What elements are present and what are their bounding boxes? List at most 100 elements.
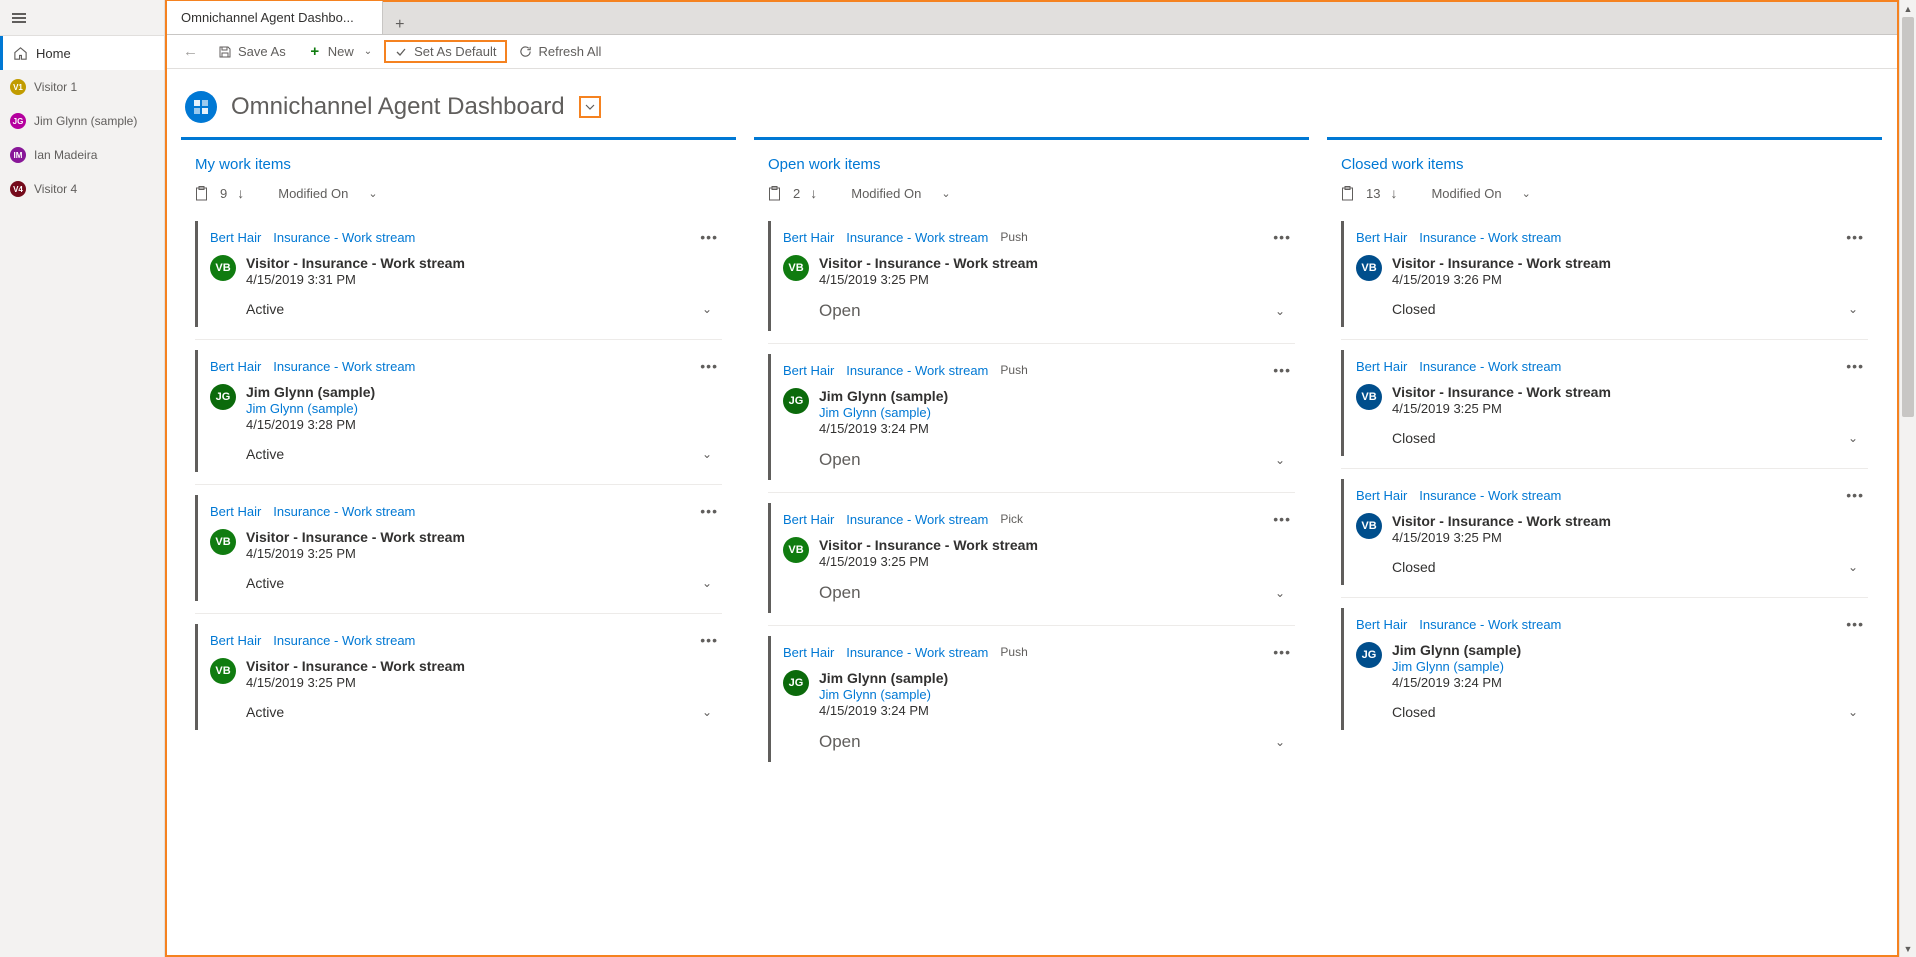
work-item-card[interactable]: Bert Hair Insurance - Work stream ••• VB… [1341,479,1868,585]
work-item-card[interactable]: Bert Hair Insurance - Work stream ••• VB… [195,624,722,730]
chevron-down-icon[interactable]: ⌄ [1848,705,1858,719]
sort-arrow-icon[interactable]: ↓ [237,185,244,201]
contact-link[interactable]: Jim Glynn (sample) [1392,659,1521,674]
contact-link[interactable]: Jim Glynn (sample) [819,687,948,702]
chevron-down-icon[interactable]: ⌄ [1275,453,1285,467]
assignee-link[interactable]: Bert Hair [783,230,834,245]
more-icon[interactable]: ••• [700,229,718,245]
work-item-card[interactable]: Bert Hair Insurance - Work stream ••• JG… [1341,608,1868,730]
hamburger-icon[interactable] [12,13,26,23]
refresh-button[interactable]: Refresh All [509,40,612,63]
chevron-down-icon[interactable]: ⌄ [1275,586,1285,600]
clipboard-icon[interactable] [195,186,208,201]
assignee-link[interactable]: Bert Hair [1356,617,1407,632]
workstream-link[interactable]: Insurance - Work stream [846,230,988,245]
more-icon[interactable]: ••• [1273,229,1291,245]
workstream-link[interactable]: Insurance - Work stream [1419,230,1561,245]
chevron-down-icon[interactable]: ⌄ [702,576,712,590]
chevron-down-icon[interactable]: ⌄ [702,302,712,316]
divider [195,339,722,340]
clipboard-icon[interactable] [1341,186,1354,201]
more-icon[interactable]: ••• [1846,358,1864,374]
contact-link[interactable]: Jim Glynn (sample) [819,405,948,420]
chevron-down-icon[interactable]: ⌄ [1848,560,1858,574]
chevron-down-icon[interactable]: ⌄ [941,187,950,200]
clipboard-icon[interactable] [768,186,781,201]
new-button[interactable]: + New ⌄ [298,40,382,63]
workstream-link[interactable]: Insurance - Work stream [846,645,988,660]
assignee-link[interactable]: Bert Hair [1356,230,1407,245]
workstream-link[interactable]: Insurance - Work stream [273,633,415,648]
workstream-link[interactable]: Insurance - Work stream [1419,617,1561,632]
card-title: Visitor - Insurance - Work stream [246,255,465,271]
sidebar-item-session[interactable]: JG Jim Glynn (sample) [0,104,164,138]
more-icon[interactable]: ••• [1846,229,1864,245]
sidebar-item-session[interactable]: V1 Visitor 1 [0,70,164,104]
back-icon[interactable]: ← [179,43,206,60]
chevron-down-icon[interactable]: ⌄ [1275,304,1285,318]
contact-link[interactable]: Jim Glynn (sample) [246,401,375,416]
more-icon[interactable]: ••• [700,358,718,374]
assignee-link[interactable]: Bert Hair [210,359,261,374]
tab-add-button[interactable]: + [383,16,417,34]
sidebar-item-home[interactable]: Home [0,36,164,70]
more-icon[interactable]: ••• [1273,362,1291,378]
work-item-card[interactable]: Bert Hair Insurance - Work stream Push •… [768,636,1295,762]
work-item-card[interactable]: Bert Hair Insurance - Work stream Push •… [768,354,1295,480]
more-icon[interactable]: ••• [1846,487,1864,503]
column-my-work-items: My work items 9 ↓ Modified On ⌄ Bert Hai… [181,137,736,941]
assignee-link[interactable]: Bert Hair [210,230,261,245]
workstream-link[interactable]: Insurance - Work stream [846,512,988,527]
assignee-link[interactable]: Bert Hair [1356,359,1407,374]
work-item-card[interactable]: Bert Hair Insurance - Work stream Push •… [768,221,1295,331]
card-title: Jim Glynn (sample) [1392,642,1521,658]
more-icon[interactable]: ••• [1846,616,1864,632]
chevron-down-icon[interactable]: ⌄ [1848,302,1858,316]
sidebar-item-label: Home [36,46,71,61]
scroll-down-icon[interactable]: ▼ [1900,940,1916,957]
sort-arrow-icon[interactable]: ↓ [1390,185,1397,201]
workstream-link[interactable]: Insurance - Work stream [1419,488,1561,503]
more-icon[interactable]: ••• [700,632,718,648]
work-item-card[interactable]: Bert Hair Insurance - Work stream ••• VB… [195,495,722,601]
chevron-down-icon[interactable]: ⌄ [702,447,712,461]
more-icon[interactable]: ••• [700,503,718,519]
sort-field[interactable]: Modified On [278,186,348,201]
sidebar-item-session[interactable]: IM Ian Madeira [0,138,164,172]
assignee-link[interactable]: Bert Hair [210,633,261,648]
chevron-down-icon[interactable]: ⌄ [1848,431,1858,445]
work-item-card[interactable]: Bert Hair Insurance - Work stream ••• VB… [1341,350,1868,456]
workstream-link[interactable]: Insurance - Work stream [273,359,415,374]
scroll-thumb[interactable] [1902,17,1914,417]
chevron-down-icon[interactable]: ⌄ [702,705,712,719]
vertical-scrollbar[interactable]: ▲ ▼ [1899,0,1916,957]
set-default-button[interactable]: Set As Default [384,40,506,63]
sort-field[interactable]: Modified On [851,186,921,201]
assignee-link[interactable]: Bert Hair [1356,488,1407,503]
scroll-up-icon[interactable]: ▲ [1900,0,1916,17]
work-item-card[interactable]: Bert Hair Insurance - Work stream ••• VB… [195,221,722,327]
workstream-link[interactable]: Insurance - Work stream [1419,359,1561,374]
assignee-link[interactable]: Bert Hair [783,645,834,660]
assignee-link[interactable]: Bert Hair [783,363,834,378]
sidebar-item-session[interactable]: V4 Visitor 4 [0,172,164,206]
dashboard-picker-button[interactable] [579,96,601,118]
chevron-down-icon[interactable]: ⌄ [368,187,377,200]
more-icon[interactable]: ••• [1273,644,1291,660]
sort-arrow-icon[interactable]: ↓ [810,185,817,201]
sort-field[interactable]: Modified On [1431,186,1501,201]
work-item-card[interactable]: Bert Hair Insurance - Work stream ••• JG… [195,350,722,472]
page-header: Omnichannel Agent Dashboard [167,69,1897,137]
assignee-link[interactable]: Bert Hair [210,504,261,519]
work-item-card[interactable]: Bert Hair Insurance - Work stream Pick •… [768,503,1295,613]
workstream-link[interactable]: Insurance - Work stream [273,504,415,519]
save-as-button[interactable]: Save As [208,40,296,63]
chevron-down-icon[interactable]: ⌄ [1522,187,1531,200]
workstream-link[interactable]: Insurance - Work stream [846,363,988,378]
chevron-down-icon[interactable]: ⌄ [1275,735,1285,749]
more-icon[interactable]: ••• [1273,511,1291,527]
workstream-link[interactable]: Insurance - Work stream [273,230,415,245]
assignee-link[interactable]: Bert Hair [783,512,834,527]
work-item-card[interactable]: Bert Hair Insurance - Work stream ••• VB… [1341,221,1868,327]
tab-dashboard[interactable]: Omnichannel Agent Dashbo... [167,1,383,34]
